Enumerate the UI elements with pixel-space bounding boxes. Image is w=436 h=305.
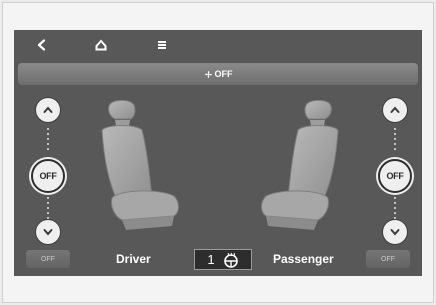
passenger-level-dots-upper xyxy=(394,128,396,153)
driver-up-button[interactable] xyxy=(36,98,60,122)
top-bar xyxy=(14,30,422,60)
driver-level-indicator[interactable]: OFF xyxy=(31,159,65,193)
home-button[interactable] xyxy=(90,35,112,55)
chevron-up-icon xyxy=(390,106,400,113)
driver-down-button[interactable] xyxy=(36,220,60,244)
climate-seat-screen: OFF OFF OFF OFF Driver 1 Passenger OFF xyxy=(14,30,422,276)
bottom-bar: OFF Driver 1 Passenger OFF xyxy=(14,247,422,273)
driver-level-dots-upper xyxy=(47,128,49,153)
home-icon xyxy=(95,39,107,51)
banner-label: OFF xyxy=(214,69,233,79)
heated-steering-wheel-icon xyxy=(223,252,238,268)
passenger-seat-control: OFF xyxy=(377,96,413,246)
auto-climate-off-banner[interactable]: OFF xyxy=(18,63,418,85)
driver-level-dots-lower xyxy=(47,197,49,222)
fan-icon xyxy=(204,70,212,78)
back-arrow-icon xyxy=(37,39,46,51)
chevron-up-icon xyxy=(43,106,53,113)
driver-off-button[interactable]: OFF xyxy=(26,250,70,268)
menu-button[interactable] xyxy=(151,35,173,55)
heated-steering-button[interactable]: 1 xyxy=(194,249,252,270)
chevron-down-icon xyxy=(43,229,53,236)
passenger-up-button[interactable] xyxy=(383,98,407,122)
steering-level: 1 xyxy=(207,252,215,267)
passenger-label: Passenger xyxy=(273,252,334,266)
passenger-level-dots-lower xyxy=(394,197,396,222)
chevron-down-icon xyxy=(390,229,400,236)
driver-seat-icon[interactable] xyxy=(88,100,188,235)
driver-label: Driver xyxy=(116,252,151,266)
back-button[interactable] xyxy=(31,35,53,55)
driver-seat-control: OFF xyxy=(30,96,66,246)
passenger-down-button[interactable] xyxy=(383,220,407,244)
passenger-off-button[interactable]: OFF xyxy=(366,250,410,268)
passenger-seat-icon[interactable] xyxy=(252,100,352,235)
menu-icon xyxy=(158,41,166,49)
passenger-level-indicator[interactable]: OFF xyxy=(378,159,412,193)
